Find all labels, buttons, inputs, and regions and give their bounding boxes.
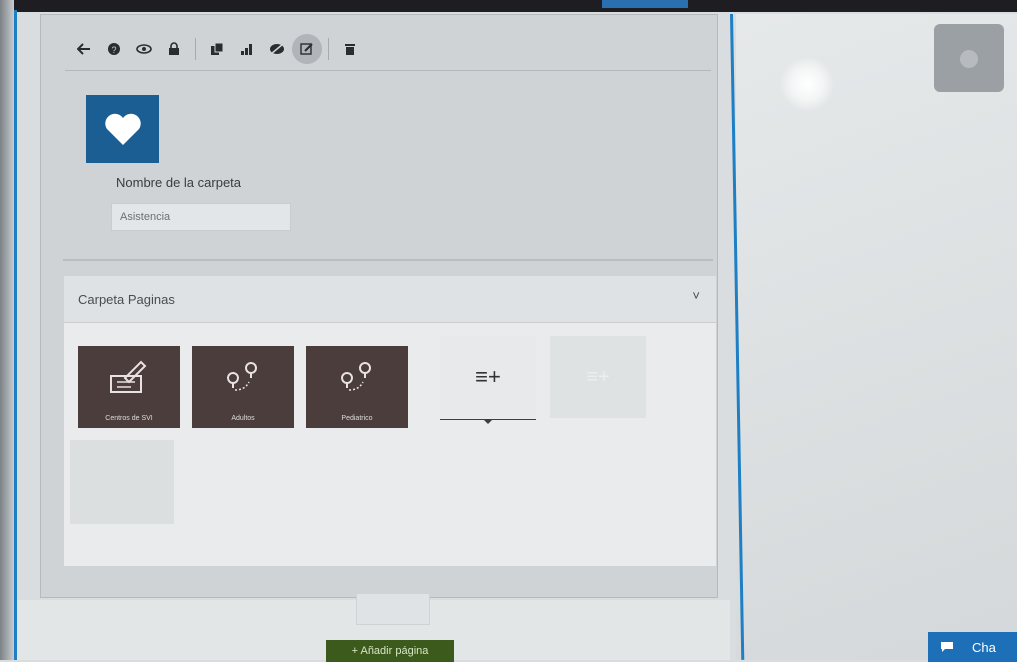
folder-editor-panel: ? Nombre de la carpeta Asistencia Carpet… <box>40 14 718 598</box>
folder-pages-title: Carpeta Paginas <box>78 292 175 307</box>
page-tile-adultos[interactable]: Adultos <box>192 346 294 428</box>
editor-toolbar: ? <box>69 29 709 69</box>
delete-icon[interactable] <box>335 34 365 64</box>
add-page-button[interactable]: + Añadir página <box>326 640 454 662</box>
page-tile-label: Centros de SVI <box>105 415 153 422</box>
page-tile-pediatrico[interactable]: Pediatrico <box>306 346 408 428</box>
page-tile-centros[interactable]: Centros de SVI <box>78 346 180 428</box>
panel-tab-handle[interactable] <box>356 594 430 625</box>
caret-down-icon <box>483 419 493 424</box>
hide-icon[interactable] <box>262 34 292 64</box>
add-list-icon: ≡+ <box>586 365 610 388</box>
chevron-down-icon[interactable]: ˅ <box>692 288 700 303</box>
screen-glare <box>778 58 836 110</box>
edit-icon[interactable] <box>292 34 322 64</box>
ghost-page-tile <box>70 440 174 524</box>
route-pins-icon <box>306 360 408 401</box>
view-icon[interactable] <box>129 34 159 64</box>
chat-bubble-icon <box>941 642 953 652</box>
chat-button-label: Cha <box>972 639 996 655</box>
add-list-icon: ≡+ <box>475 364 501 389</box>
right-pane <box>736 14 1017 660</box>
folder-icon-button[interactable] <box>86 95 159 163</box>
section-divider <box>63 259 713 261</box>
toolbar-divider <box>65 70 711 71</box>
lock-icon[interactable] <box>159 34 189 64</box>
right-pane-button-dot <box>960 50 978 68</box>
add-page-tile[interactable]: ≡+ <box>440 336 536 418</box>
signature-icon <box>78 360 180 401</box>
toolbar-separator <box>195 38 196 60</box>
top-blue-tab <box>602 0 688 8</box>
help-icon[interactable]: ? <box>99 34 129 64</box>
left-frame-line <box>14 10 17 660</box>
copy-icon[interactable] <box>202 34 232 64</box>
folder-name-input[interactable] <box>111 203 291 231</box>
folder-pages-header[interactable]: Carpeta Paginas ˅ <box>64 276 716 323</box>
folder-pages-section: Carpeta Paginas ˅ Centros de SVI Adultos… <box>63 275 717 567</box>
stats-icon[interactable] <box>232 34 262 64</box>
ghost-add-tile: ≡+ <box>550 336 646 418</box>
device-bezel <box>0 0 14 660</box>
heart-icon <box>104 113 141 145</box>
page-tile-label: Pediatrico <box>341 415 373 422</box>
svg-text:?: ? <box>111 45 116 55</box>
route-pins-icon <box>192 360 294 401</box>
page-tile-label: Adultos <box>231 415 255 422</box>
chat-button[interactable]: Cha <box>928 632 1017 662</box>
toolbar-separator <box>328 38 329 60</box>
folder-name-label: Nombre de la carpeta <box>116 175 242 190</box>
back-arrow-icon[interactable] <box>69 34 99 64</box>
right-pane-button[interactable] <box>934 24 1004 92</box>
device-top-strip <box>0 0 1017 12</box>
